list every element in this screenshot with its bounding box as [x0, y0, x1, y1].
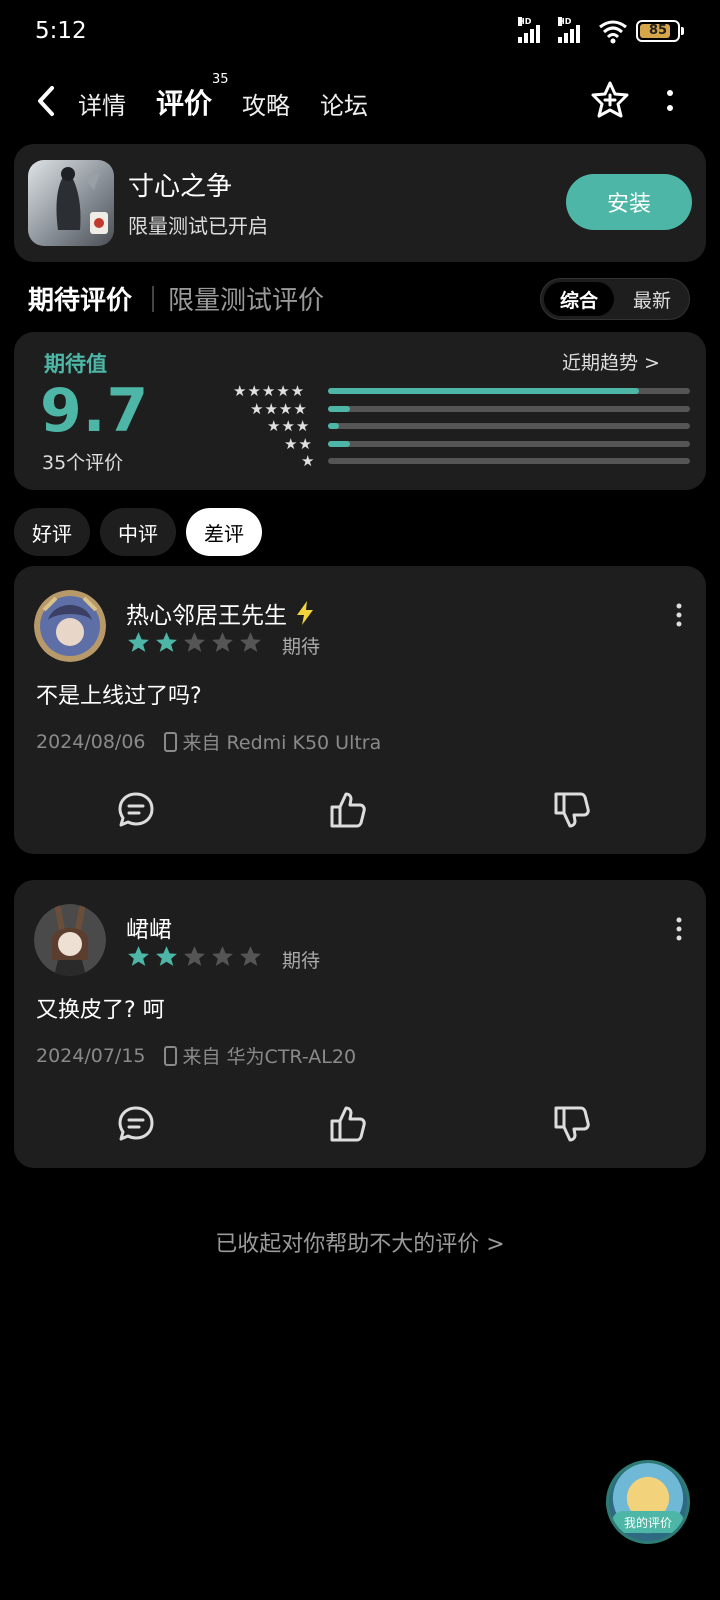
rating-bar-track — [328, 405, 690, 412]
reviewer-name: 峮峮 — [126, 917, 172, 943]
tab-details[interactable]: 详情 — [78, 86, 126, 121]
review-actions — [14, 1100, 706, 1150]
sort-option-overall[interactable]: 综合 — [544, 282, 614, 316]
filter-positive[interactable]: 好评 — [14, 508, 90, 556]
review-date: 2024/08/06 — [36, 730, 146, 753]
star-empty-icon — [184, 946, 205, 966]
tab-forum[interactable]: 论坛 — [320, 86, 368, 121]
rating-bar-fill — [328, 405, 350, 412]
review-tag: 期待 — [282, 950, 321, 972]
rating-bar-1-star: ★ — [214, 452, 694, 472]
thumbs-up-icon[interactable] — [328, 1104, 368, 1144]
reviews-count-badge: 35 — [212, 72, 229, 87]
rating-distribution: ★★★★★ ★★★★ ★★★ ★★ ★ — [214, 382, 694, 472]
review-date: 2024/07/15 — [36, 1044, 146, 1067]
sort-toggle: 综合 最新 — [540, 278, 690, 320]
star-count-icons: ★★★ — [267, 417, 311, 435]
rating-bar-track — [328, 423, 690, 429]
app-icon — [28, 160, 114, 246]
star-filled-icon — [128, 946, 149, 966]
review-text: 不是上线过了吗? — [36, 684, 202, 709]
verified-bolt-icon — [297, 601, 313, 625]
rating-summary-card: 期待值 9.7 35个评价 近期趋势 > ★★★★★ ★★★★ ★★★ ★★ ★ — [14, 332, 706, 490]
section-title-expected[interactable]: 期待评价 — [28, 280, 132, 317]
rating-bar-fill — [328, 423, 339, 429]
star-empty-icon — [240, 946, 261, 966]
review-tag: 期待 — [282, 636, 321, 658]
favorite-star-icon[interactable] — [590, 80, 630, 120]
star-filled-icon — [156, 946, 177, 966]
reviewer-name: 热心邻居王先生 — [126, 596, 317, 630]
star-filled-icon — [156, 632, 177, 652]
battery-icon: 85 — [636, 20, 684, 42]
phone-icon — [163, 731, 177, 752]
my-review-label: 我的评价 — [612, 1511, 684, 1533]
star-empty-icon — [212, 946, 233, 966]
star-empty-icon — [184, 632, 205, 652]
review-filter-chips: 好评 中评 差评 — [14, 508, 262, 556]
tab-reviews[interactable]: 评价 — [151, 82, 217, 126]
avatar[interactable] — [34, 590, 106, 662]
phone-icon — [163, 1045, 177, 1066]
app-subtitle: 限量测试已开启 — [128, 214, 268, 238]
rating-count: 35个评价 — [42, 452, 124, 474]
collapsed-reviews-link[interactable]: 已收起对你帮助不大的评价 > — [0, 1226, 720, 1258]
back-icon[interactable] — [32, 84, 62, 118]
rating-bar-fill — [328, 388, 640, 394]
comment-icon[interactable] — [116, 790, 156, 830]
review-more-icon[interactable] — [674, 602, 684, 628]
app-card[interactable]: 寸心之争 限量测试已开启 安装 — [14, 144, 706, 262]
rating-bar-2-star: ★★ — [214, 434, 694, 455]
recent-trend-link[interactable]: 近期趋势 > — [562, 348, 660, 375]
star-count-icons: ★★★★ — [250, 399, 308, 418]
rating-bar-track — [328, 388, 690, 394]
review-section-header: 期待评价 限量测试评价 综合 最新 — [28, 278, 698, 322]
status-time: 5:12 — [35, 18, 87, 44]
filter-negative[interactable]: 差评 — [186, 508, 262, 556]
star-empty-icon — [240, 632, 261, 652]
review-star-rating — [126, 944, 263, 969]
rating-bar-track — [328, 440, 690, 447]
signal-icon-2: HD — [558, 17, 590, 43]
review-star-rating — [126, 630, 263, 655]
review-device: 来自 华为CTR-AL20 — [182, 1046, 357, 1068]
review-card: 热心邻居王先生 期待 不是上线过了吗? 2024/08/06 来自 Redmi … — [14, 566, 706, 854]
review-meta: 2024/07/15 来自 华为CTR-AL20 — [36, 1042, 356, 1069]
comment-icon[interactable] — [116, 1104, 156, 1144]
wifi-icon — [599, 20, 627, 44]
divider — [152, 286, 154, 312]
top-nav: 详情 评价 35 攻略 论坛 — [0, 72, 720, 132]
star-count-icons: ★ — [301, 452, 316, 470]
sort-option-latest[interactable]: 最新 — [617, 282, 687, 316]
rating-bar-track — [328, 458, 690, 464]
review-card: 峮峮 期待 又换皮了? 呵 2024/07/15 来自 华为CTR-AL20 — [14, 880, 706, 1168]
my-review-button[interactable]: 我的评价 — [606, 1460, 690, 1544]
star-count-icons: ★★ — [284, 434, 313, 453]
tab-guides[interactable]: 攻略 — [242, 86, 290, 121]
review-device: 来自 Redmi K50 Ultra — [182, 732, 382, 754]
star-count-icons: ★★★★★ — [233, 382, 306, 400]
thumbs-down-icon[interactable] — [552, 1104, 592, 1144]
rating-bar-fill — [328, 440, 350, 447]
filter-neutral[interactable]: 中评 — [100, 508, 176, 556]
star-empty-icon — [212, 632, 233, 652]
thumbs-up-icon[interactable] — [328, 790, 368, 830]
rating-score: 9.7 — [40, 376, 150, 446]
review-more-icon[interactable] — [674, 916, 684, 942]
section-title-limited-test[interactable]: 限量测试评价 — [168, 280, 324, 317]
more-menu-icon[interactable] — [660, 86, 680, 116]
rating-label: 期待值 — [44, 352, 107, 376]
install-button[interactable]: 安装 — [566, 174, 692, 230]
app-name: 寸心之争 — [128, 172, 233, 202]
status-bar: 5:12 HD HD 85 — [0, 0, 720, 66]
review-actions — [14, 786, 706, 836]
review-meta: 2024/08/06 来自 Redmi K50 Ultra — [36, 728, 381, 755]
avatar[interactable] — [34, 904, 106, 976]
signal-icon: HD — [518, 17, 550, 43]
review-text: 又换皮了? 呵 — [36, 998, 165, 1023]
thumbs-down-icon[interactable] — [552, 790, 592, 830]
star-filled-icon — [128, 632, 149, 652]
